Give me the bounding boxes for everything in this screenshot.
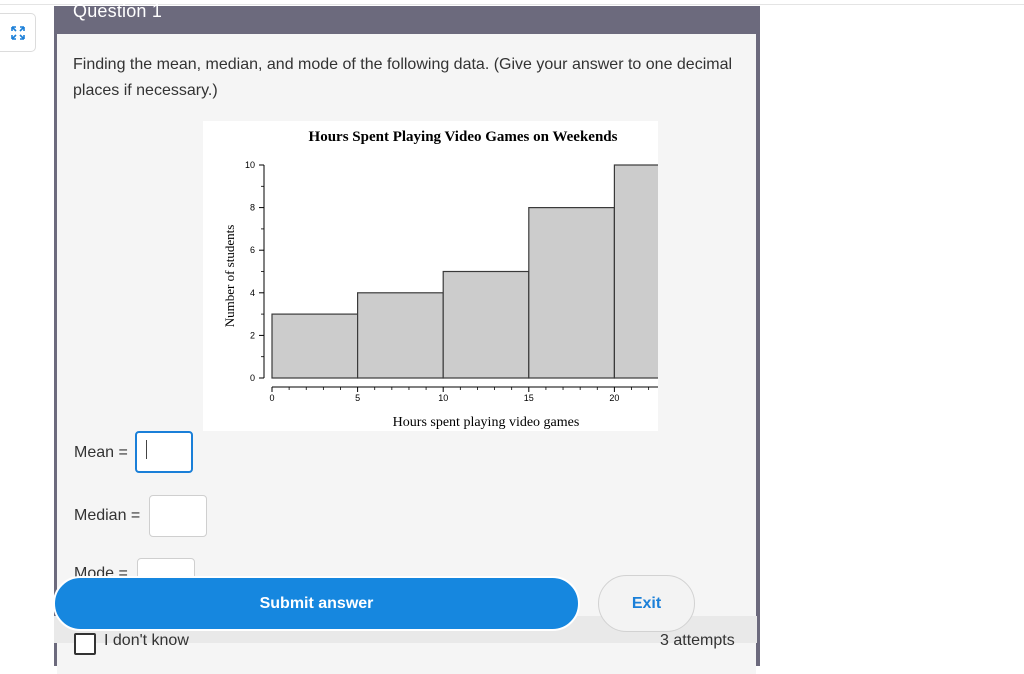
- question-title: Question 1: [73, 1, 163, 21]
- mean-input[interactable]: [135, 431, 193, 473]
- dont-know-checkbox[interactable]: [74, 633, 96, 655]
- histogram-bar: [357, 292, 444, 379]
- chart-ylabel: Number of students: [222, 225, 237, 328]
- chart-title: Hours Spent Playing Video Games on Weeke…: [309, 129, 618, 145]
- histogram-svg: Hours Spent Playing Video Games on Weeke…: [222, 129, 658, 430]
- mean-label: Mean =: [74, 444, 128, 461]
- median-input[interactable]: [149, 495, 207, 537]
- dont-know-label: I don't know: [104, 632, 189, 649]
- x-tick-label: 0: [269, 393, 274, 403]
- y-tick-label: 10: [245, 160, 255, 170]
- histogram-bar: [271, 313, 359, 379]
- question-header: Question 1: [54, 1, 760, 34]
- y-tick-label: 8: [250, 203, 255, 213]
- text-caret: [146, 440, 147, 459]
- histogram-bar: [442, 270, 530, 379]
- submit-answer-button[interactable]: Submit answer: [53, 576, 580, 631]
- histogram-chart: Hours Spent Playing Video Games on Weeke…: [203, 121, 658, 431]
- median-label: Median =: [74, 507, 141, 524]
- histogram-bar: [528, 206, 615, 379]
- y-tick-label: 0: [250, 373, 255, 383]
- expand-button[interactable]: [0, 13, 36, 52]
- x-tick-label: 10: [438, 393, 448, 403]
- x-tick-label: 20: [609, 393, 619, 403]
- expand-icon: [10, 25, 25, 40]
- question-prompt: Finding the mean, median, and mode of th…: [73, 56, 733, 99]
- y-tick-label: 2: [250, 330, 255, 340]
- x-tick-label: 15: [524, 393, 534, 403]
- x-tick-label: 5: [355, 393, 360, 403]
- exit-button[interactable]: Exit: [598, 575, 695, 632]
- y-tick-label: 4: [250, 288, 255, 298]
- attempts-count: 3 attempts: [660, 632, 735, 649]
- y-tick-label: 6: [250, 245, 255, 255]
- histogram-bar: [613, 164, 658, 379]
- chart-xlabel: Hours spent playing video games: [393, 415, 580, 430]
